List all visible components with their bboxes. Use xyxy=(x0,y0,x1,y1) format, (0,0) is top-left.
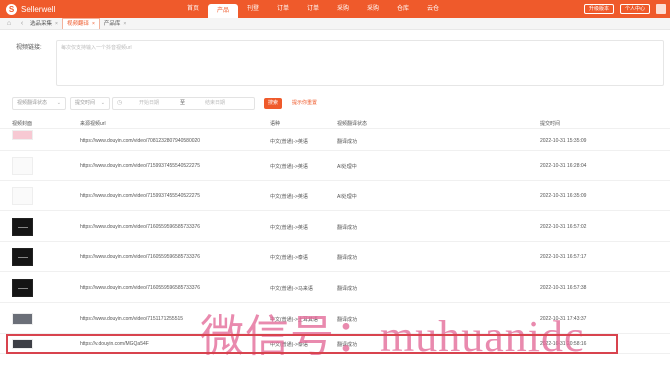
start-date-input[interactable]: 开始日期 xyxy=(139,98,159,109)
video-thumbnail[interactable] xyxy=(12,313,33,325)
nav-item[interactable]: 采购 xyxy=(328,0,358,18)
col-time: 提交时间 xyxy=(540,121,561,127)
time-cell: 2022-10-31 16:57:02 xyxy=(540,224,587,230)
time-cell: 2022-10-31 16:57:38 xyxy=(540,285,587,291)
highlight-box xyxy=(6,334,618,354)
video-thumbnail[interactable] xyxy=(12,187,33,205)
table-row[interactable]: https://www.douyin.com/video/70812328079… xyxy=(0,130,670,151)
main-nav: 首页 产品 刊登 订单 订单 采购 采购 仓库 云仓 xyxy=(178,0,448,18)
nav-item[interactable]: 产品 xyxy=(208,4,238,18)
brand-logo[interactable]: S Sellerwell xyxy=(6,3,76,15)
avatar[interactable] xyxy=(656,4,666,14)
end-date-input[interactable]: 结束日期 xyxy=(205,98,225,109)
reset-button[interactable]: 提示你重置 xyxy=(292,98,317,109)
video-thumbnail[interactable] xyxy=(12,218,33,236)
video-url-label: 视频链接: xyxy=(16,45,42,51)
status-cell: AI处理中 xyxy=(337,164,357,170)
table-row[interactable]: https://www.douyin.com/video/71599374555… xyxy=(0,151,670,181)
nav-item[interactable]: 云仓 xyxy=(418,0,448,18)
chevron-down-icon: ⌄ xyxy=(56,100,61,106)
language-cell: 中文(普通)->马来语 xyxy=(270,286,313,292)
video-thumbnail[interactable] xyxy=(12,157,33,175)
date-range-picker[interactable]: ◷ 开始日期 至 结束日期 xyxy=(112,97,255,110)
top-actions: 升级版本 个人中心 xyxy=(583,4,670,14)
nav-item[interactable]: 刊登 xyxy=(238,0,268,18)
status-cell: 翻译成功 xyxy=(337,286,358,292)
top-navbar: S Sellerwell 首页 产品 刊登 订单 订单 采购 采购 仓库 云仓 升级版本 个人中… xyxy=(0,0,670,18)
status-cell: AI处理中 xyxy=(337,194,357,200)
time-select[interactable]: 提交时间 ⌄ xyxy=(70,97,110,110)
nav-item[interactable]: 采购 xyxy=(358,0,388,18)
tab-item[interactable]: 视频翻译 × xyxy=(61,18,100,29)
close-icon[interactable]: × xyxy=(92,19,95,29)
language-cell: 中文(普通)->英语 xyxy=(270,139,308,145)
video-thumbnail[interactable] xyxy=(12,130,33,140)
table-row[interactable]: https://www.douyin.com/video/71605595965… xyxy=(0,272,670,303)
watermark-text: 微信号：muhuanidc xyxy=(200,312,585,361)
close-icon[interactable]: × xyxy=(123,18,126,30)
time-cell: 2022-10-31 15:35:09 xyxy=(540,138,587,144)
status-select[interactable]: 视频翻译状态 ⌄ xyxy=(12,97,66,110)
tab-label: 选品采集 xyxy=(30,20,53,27)
date-separator: 至 xyxy=(180,100,186,106)
col-cover: 视频封面 xyxy=(12,121,33,127)
table-header: 视频封面 来源视频url 语种 视频翻译状态 提交时间 xyxy=(0,117,670,129)
language-cell: 中文(普通)->英语 xyxy=(270,225,308,231)
chevron-down-icon: ⌄ xyxy=(100,100,105,106)
search-button[interactable]: 搜索 xyxy=(264,98,282,109)
video-url-cell[interactable]: https://www.douyin.com/video/71605595965… xyxy=(80,224,200,230)
language-cell: 中文(普通)->英语 xyxy=(270,164,308,170)
tab-label: 视频翻译 xyxy=(66,21,89,27)
language-cell: 中文(普通)->英语 xyxy=(270,194,308,200)
filter-bar: 视频翻译状态 ⌄ 提交时间 ⌄ ◷ 开始日期 至 结束日期 搜索 提示你重置 xyxy=(0,97,670,111)
nav-item[interactable]: 订单 xyxy=(298,0,328,18)
language-cell: 中文(普通)->泰语 xyxy=(270,255,308,261)
video-thumbnail[interactable] xyxy=(12,279,33,297)
brand-name: Sellerwell xyxy=(21,4,56,14)
video-url-input[interactable]: 每次仅支持输入一个抖音视频url xyxy=(56,40,664,86)
col-status: 视频翻译状态 xyxy=(337,121,368,127)
upgrade-button[interactable]: 升级版本 xyxy=(583,4,614,14)
table-row[interactable]: https://www.douyin.com/video/71605595965… xyxy=(0,242,670,272)
tab-item[interactable]: 选品采集 × xyxy=(26,18,62,30)
home-icon[interactable]: ⌂ xyxy=(0,20,18,27)
calendar-icon: ◷ xyxy=(117,100,123,106)
tab-item[interactable]: 产品库 × xyxy=(100,18,130,30)
status-select-value: 视频翻译状态 xyxy=(17,100,48,106)
close-icon[interactable]: × xyxy=(55,18,58,30)
chevron-left-icon[interactable]: ‹ xyxy=(18,20,26,27)
tab-label: 产品库 xyxy=(103,20,121,27)
time-cell: 2022-10-31 16:35:09 xyxy=(540,193,587,199)
time-cell: 2022-10-31 16:57:17 xyxy=(540,254,587,260)
logo-icon: S xyxy=(6,3,17,15)
profile-button[interactable]: 个人中心 xyxy=(619,4,650,14)
video-url-cell[interactable]: https://www.douyin.com/video/71599374555… xyxy=(80,193,200,199)
table-row[interactable]: https://www.douyin.com/video/71599374555… xyxy=(0,181,670,211)
col-url: 来源视频url xyxy=(80,121,106,127)
nav-item[interactable]: 订单 xyxy=(268,0,298,18)
nav-item[interactable]: 仓库 xyxy=(388,0,418,18)
status-cell: 翻译成功 xyxy=(337,225,358,231)
status-cell: 翻译成功 xyxy=(337,139,358,145)
nav-item[interactable]: 首页 xyxy=(178,0,208,18)
page-tabs: ⌂ ‹ 选品采集 × 视频翻译 × 产品库 × xyxy=(0,18,670,30)
video-url-cell[interactable]: https://www.douyin.com/video/71599374555… xyxy=(80,163,200,169)
video-url-cell[interactable]: https://www.douyin.com/video/71605595965… xyxy=(80,285,200,291)
video-url-cell[interactable]: https://www.douyin.com/video/71605595965… xyxy=(80,254,200,260)
time-cell: 2022-10-31 16:28:04 xyxy=(540,163,587,169)
video-url-cell[interactable]: https://www.douyin.com/video/70812328079… xyxy=(80,138,200,144)
col-language: 语种 xyxy=(270,121,281,127)
time-select-value: 提交时间 xyxy=(75,100,96,106)
video-thumbnail[interactable] xyxy=(12,248,33,266)
video-url-cell[interactable]: https://www.douyin.com/video/71511712555… xyxy=(80,316,183,322)
status-cell: 翻译成功 xyxy=(337,255,358,261)
table-row[interactable]: https://www.douyin.com/video/71605595965… xyxy=(0,211,670,242)
